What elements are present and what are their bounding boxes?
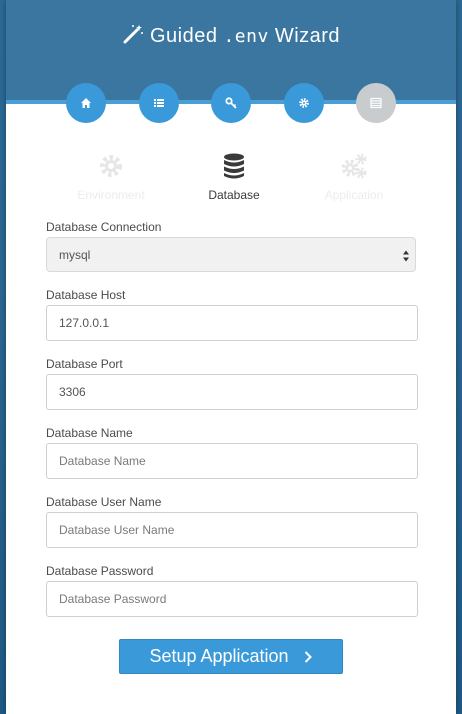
step-home[interactable] <box>66 83 106 123</box>
database-connection-label: Database Connection <box>46 220 162 234</box>
database-name-input[interactable] <box>46 443 418 479</box>
wizard-panel: Guided .env Wizard Environment Database … <box>6 0 456 714</box>
chevron-right-icon <box>304 650 312 663</box>
database-port-label: Database Port <box>46 357 123 371</box>
database-password-label: Database Password <box>46 564 154 578</box>
setup-application-label: Setup Application <box>149 646 289 666</box>
title-text-guided: Guided <box>149 25 218 47</box>
database-username-label: Database User Name <box>46 495 162 509</box>
tab-database[interactable]: Database <box>174 152 294 202</box>
tab-application[interactable]: Application <box>294 152 414 202</box>
magic-wand-icon <box>123 25 143 44</box>
gear-icon <box>100 155 122 177</box>
database-icon <box>224 153 244 179</box>
step-permissions[interactable] <box>211 83 251 123</box>
select-arrows-icon <box>403 250 409 262</box>
title-text-wizard: Wizard <box>274 25 341 47</box>
wizard-tabs: Environment Database Application <box>6 152 456 202</box>
step-requirements[interactable] <box>139 83 179 123</box>
tab-database-label: Database <box>208 188 260 202</box>
key-icon <box>225 97 237 109</box>
database-username-input[interactable] <box>46 512 418 548</box>
database-connection-select[interactable]: mysql <box>46 237 416 272</box>
database-connection-value: mysql <box>59 248 91 262</box>
setup-application-button[interactable]: Setup Application <box>119 639 343 674</box>
database-host-input[interactable] <box>46 305 418 341</box>
step-final[interactable] <box>356 83 396 123</box>
database-name-label: Database Name <box>46 426 133 440</box>
database-port-input[interactable] <box>46 374 418 410</box>
gear-icon <box>299 98 309 108</box>
table-icon <box>370 97 382 109</box>
tab-environment-label: Environment <box>77 188 145 202</box>
tab-environment[interactable]: Environment <box>51 152 171 202</box>
home-icon <box>81 98 91 108</box>
database-password-input[interactable] <box>46 581 418 617</box>
tab-application-label: Application <box>324 188 384 202</box>
title-text-env: .env <box>223 26 269 47</box>
list-icon <box>154 99 164 107</box>
step-environment[interactable] <box>284 83 324 123</box>
gears-icon <box>341 153 367 179</box>
database-host-label: Database Host <box>46 288 126 302</box>
page-title: Guided .env Wizard <box>6 24 456 48</box>
